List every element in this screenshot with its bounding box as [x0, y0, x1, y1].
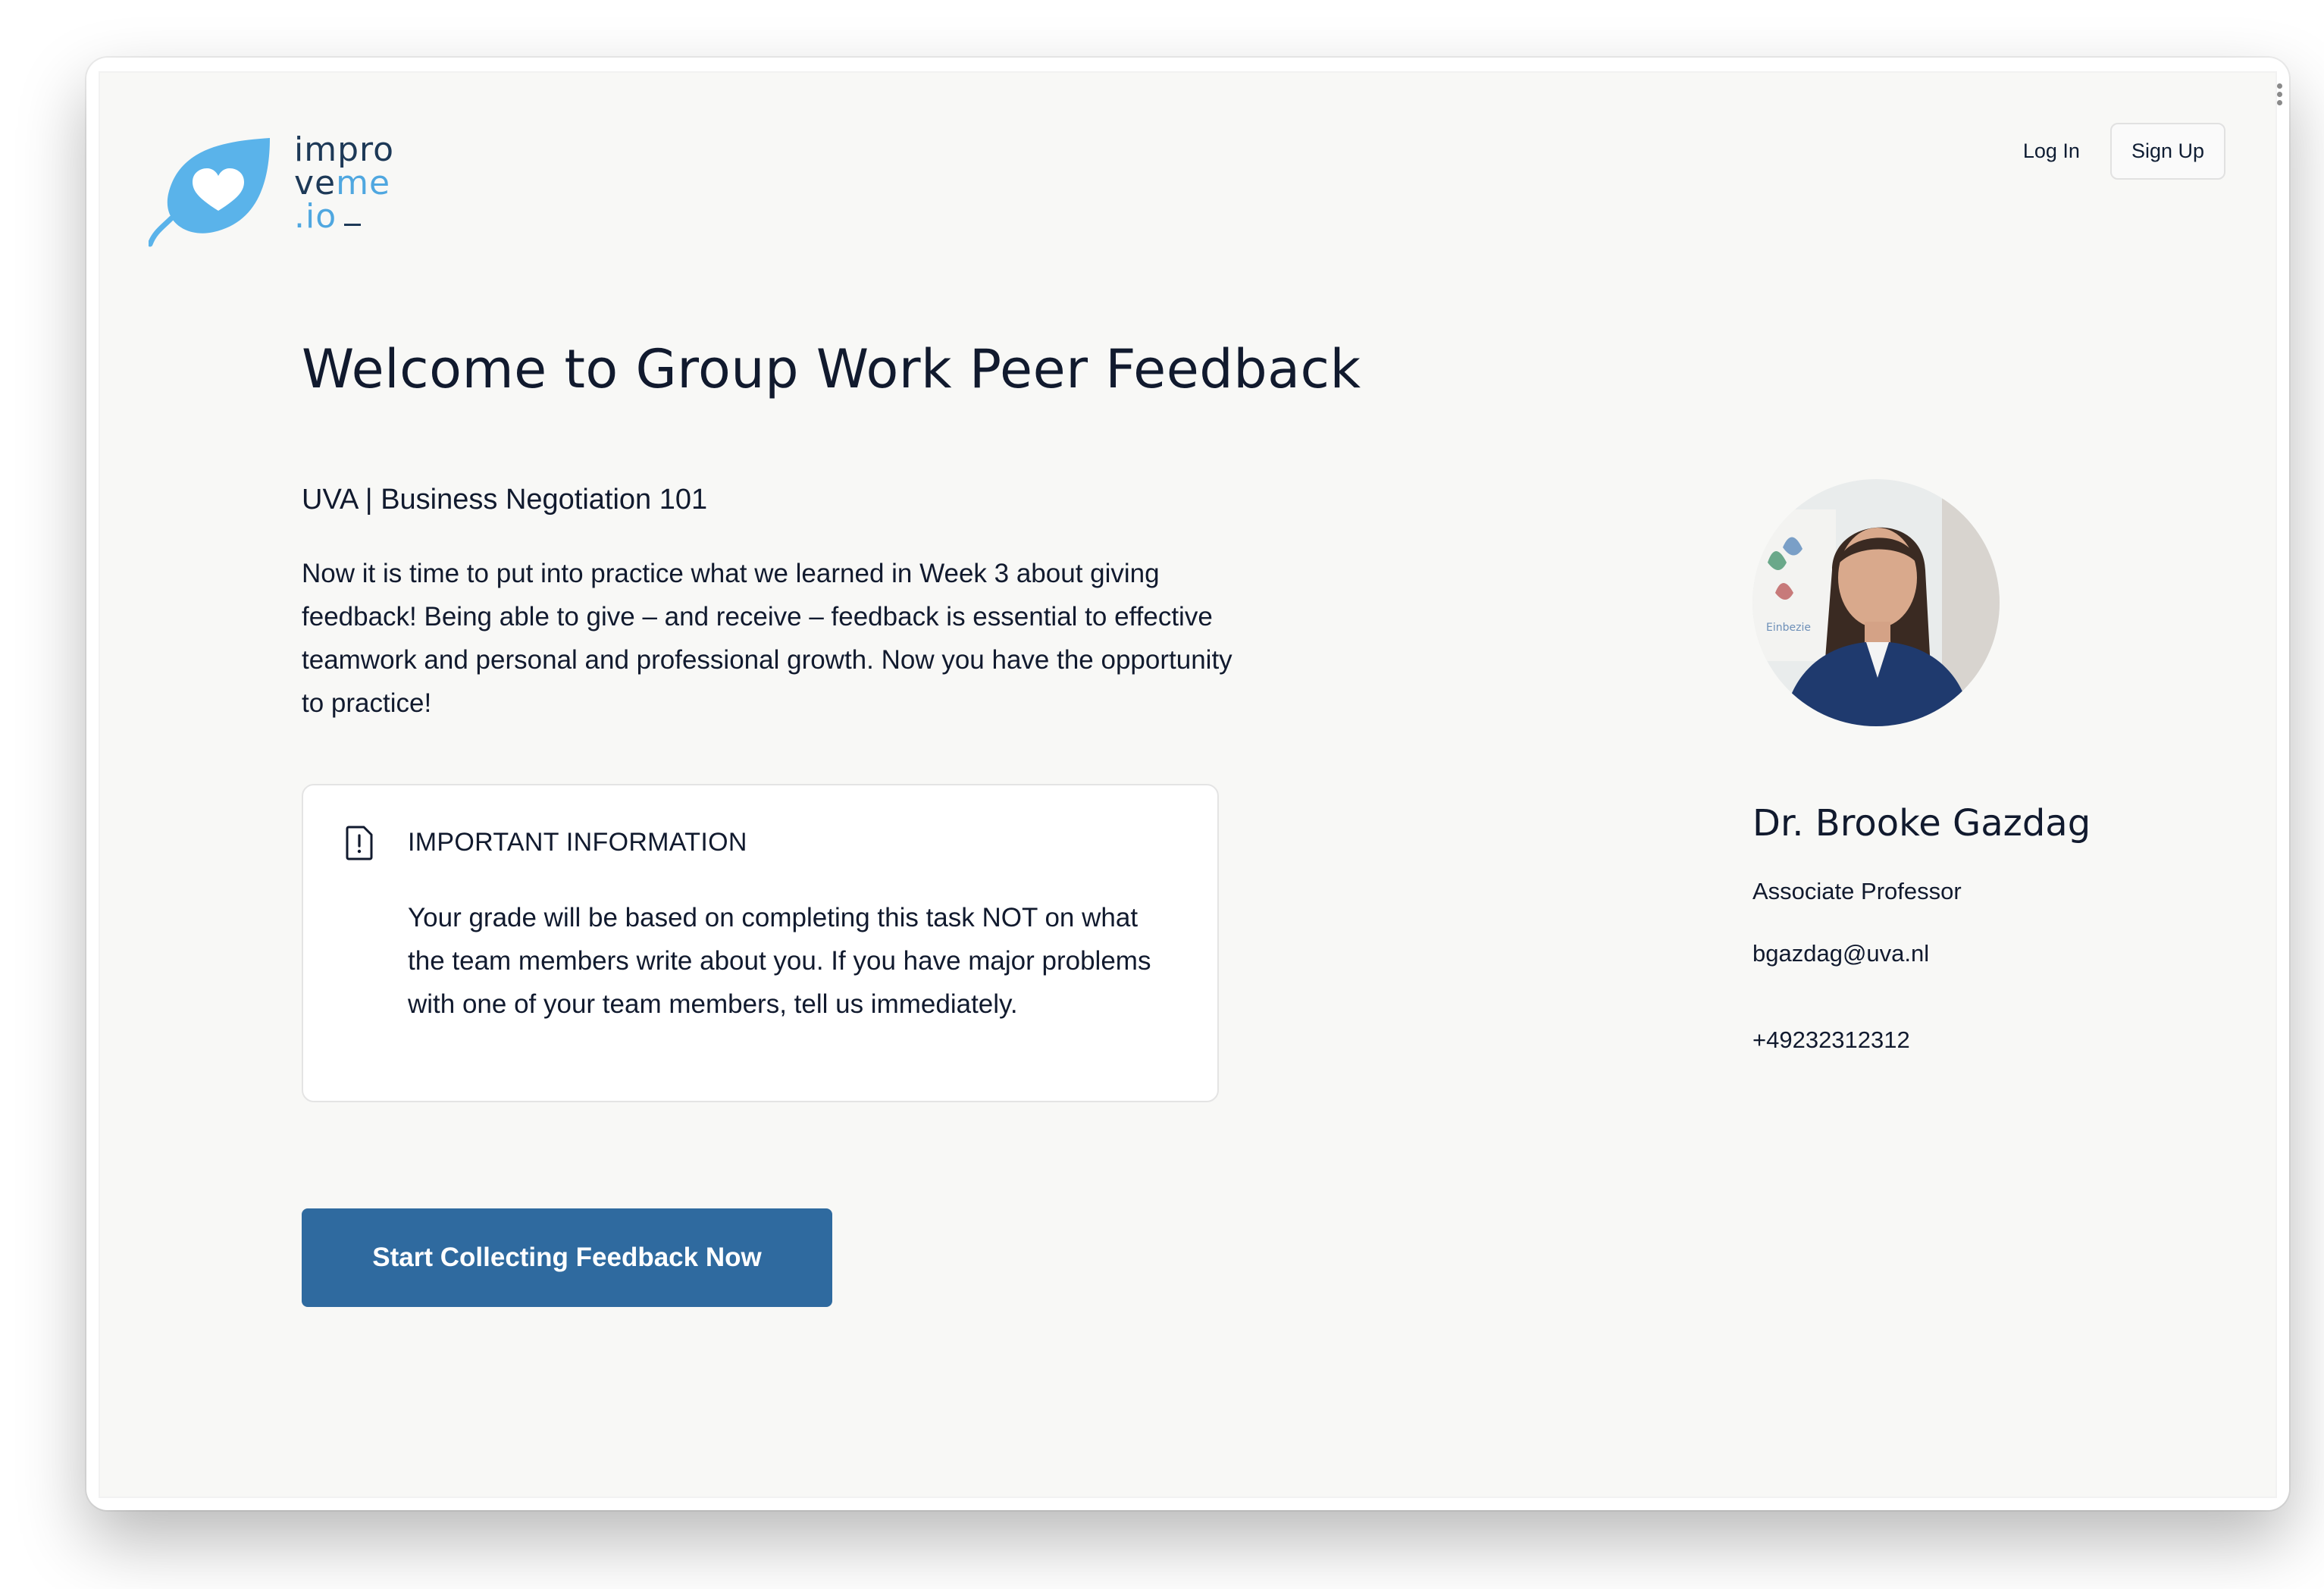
start-collecting-feedback-button[interactable]: Start Collecting Feedback Now [302, 1208, 832, 1307]
professor-name: Dr. Brooke Gazdag [1752, 802, 2091, 845]
professor-title: Associate Professor [1752, 878, 1962, 904]
professor-phone[interactable]: +49232312312 [1752, 1026, 1910, 1054]
important-info-card: IMPORTANT INFORMATION Your grade will be… [302, 784, 1219, 1102]
info-body: Your grade will be based on completing t… [408, 903, 1151, 1019]
heart-leaf-icon [149, 138, 270, 247]
logo-line2: veme [294, 167, 394, 200]
page: impro veme .io Log In Sign Up Welcome to… [100, 73, 2275, 1497]
logo-line3: .io [294, 200, 394, 233]
logo-line2-b: me [336, 164, 391, 202]
window-menu-icon[interactable] [2277, 83, 2283, 108]
top-nav: Log In Sign Up [2023, 123, 2225, 180]
logo-line3-text: .io [294, 197, 337, 236]
course-name: UVA | Business Negotiation 101 [302, 484, 708, 516]
cursor-mark [344, 223, 362, 226]
alert-document-icon [346, 826, 373, 860]
signup-button[interactable]: Sign Up [2109, 123, 2225, 180]
brand-wordmark: impro veme .io [294, 133, 394, 233]
logo-line1: impro [294, 130, 395, 169]
page-title: Welcome to Group Work Peer Feedback [302, 338, 1361, 400]
login-link[interactable]: Log In [2023, 139, 2080, 163]
info-heading: IMPORTANT INFORMATION [408, 828, 747, 857]
intro-text: Now it is time to put into practice what… [302, 559, 1232, 718]
professor-email[interactable]: bgazdag@uva.nl [1752, 940, 1929, 967]
svg-text:Einbezie: Einbezie [1766, 622, 1811, 634]
professor-avatar: Einbezie [1752, 479, 2000, 726]
brand-logo[interactable]: impro veme .io [149, 133, 406, 247]
professor-photo: Einbezie [1752, 479, 2000, 726]
